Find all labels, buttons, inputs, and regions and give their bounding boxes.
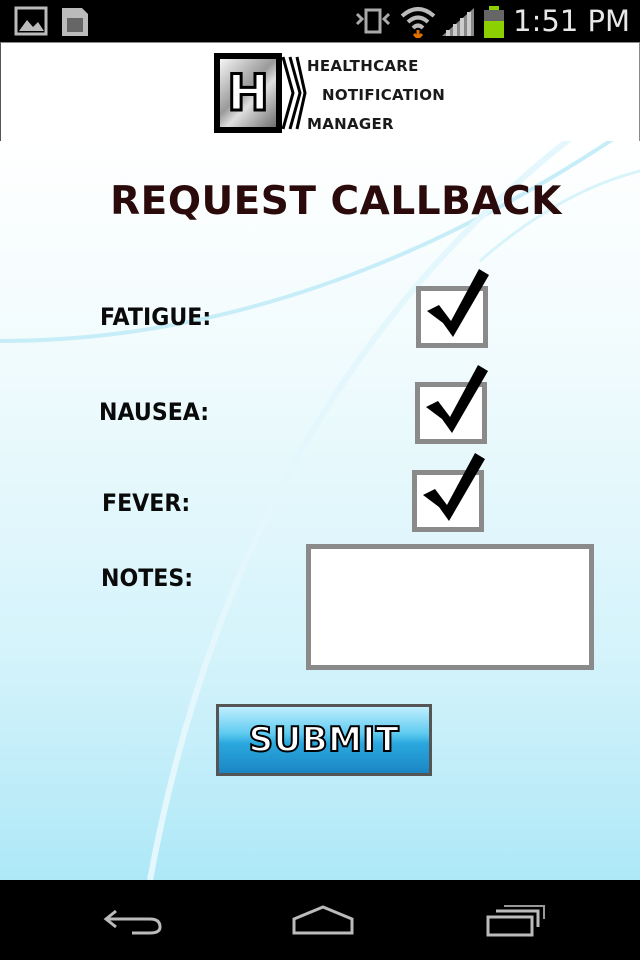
status-time: 1:51 PM	[513, 4, 630, 38]
nausea-label: NAUSEA:	[99, 398, 210, 426]
signal-icon	[442, 8, 474, 36]
gallery-icon	[14, 6, 48, 36]
sd-card-icon	[62, 8, 88, 36]
home-icon[interactable]	[290, 905, 356, 937]
vibrate-icon	[355, 8, 391, 34]
page-title: REQUEST CALLBACK	[110, 179, 562, 224]
fever-label: FEVER:	[102, 489, 191, 517]
battery-icon	[484, 6, 504, 38]
logo-letter: H	[226, 64, 271, 122]
wifi-icon	[400, 7, 436, 38]
main-content: REQUEST CALLBACK FATIGUE: NAUSEA: FEVER:…	[0, 141, 640, 880]
notes-label: NOTES:	[101, 564, 194, 592]
checkmark-icon	[427, 269, 489, 337]
brand-line-3: MANAGER	[307, 115, 394, 133]
status-bar: 1:51 PM	[0, 0, 640, 42]
navigation-bar	[0, 880, 640, 960]
checkmark-icon	[423, 453, 485, 521]
app-header: H HEALTHCARE NOTIFICATION MANAGER	[0, 42, 640, 142]
chevron-right-icon	[281, 56, 307, 130]
checkmark-icon	[426, 365, 488, 433]
notes-input[interactable]	[306, 544, 594, 670]
logo: H	[214, 53, 282, 133]
brand-line-1: HEALTHCARE	[307, 57, 419, 75]
fatigue-checkbox[interactable]	[416, 269, 489, 348]
recent-apps-icon[interactable]	[484, 905, 546, 939]
brand-line-2: NOTIFICATION	[322, 86, 446, 104]
fever-checkbox[interactable]	[412, 453, 485, 532]
fatigue-label: FATIGUE:	[100, 303, 212, 331]
submit-label: SUBMIT	[248, 719, 400, 761]
back-icon[interactable]	[102, 905, 166, 937]
nausea-checkbox[interactable]	[415, 365, 488, 444]
submit-button[interactable]: SUBMIT	[216, 704, 432, 776]
